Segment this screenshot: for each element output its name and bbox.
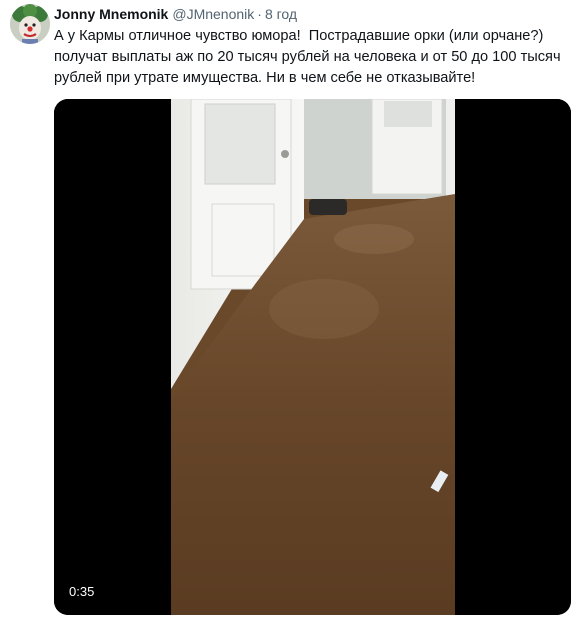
separator-dot: · [257, 6, 262, 22]
avatar[interactable] [10, 4, 50, 44]
video-player[interactable]: 0:35 [54, 99, 571, 615]
tweet-text: А у Кармы отличное чувство юмора! Постра… [54, 28, 565, 86]
tweet-timestamp[interactable]: 8 год [265, 6, 297, 22]
tweet: Jonny Mnemonik @JMnenonik · 8 год А у Кармы… [0, 0, 583, 626]
author-display-name[interactable]: Jonny Mnemonik [54, 6, 168, 22]
tweet-header: Jonny Mnemonik @JMnenonik · 8 год [54, 5, 297, 23]
video-frame [54, 99, 571, 615]
author-handle[interactable]: @JMnenonik [172, 6, 254, 22]
clown-avatar-icon [10, 4, 50, 44]
video-duration: 0:35 [63, 582, 101, 602]
